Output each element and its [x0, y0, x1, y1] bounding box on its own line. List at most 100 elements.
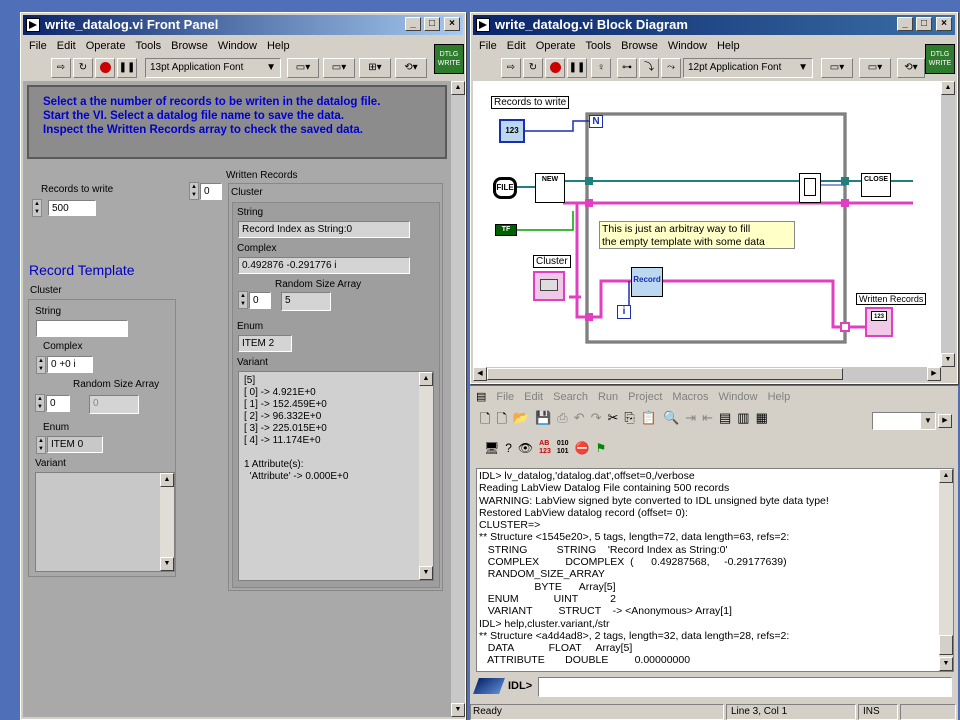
copy-icon[interactable]: ⎘: [624, 410, 634, 430]
layout-3-icon[interactable]: ▦: [756, 410, 768, 430]
menu-operate[interactable]: Operate: [86, 37, 126, 55]
minimize-button[interactable]: _: [405, 17, 421, 31]
menu-browse[interactable]: Browse: [621, 37, 658, 55]
binary-icon[interactable]: 010 101: [557, 440, 569, 456]
record-bundle-node[interactable]: Record: [631, 267, 663, 297]
menu-window[interactable]: Window: [218, 37, 257, 55]
help-pointer-icon[interactable]: ?: [505, 441, 512, 455]
align-objects-icon[interactable]: ▭▾: [287, 58, 319, 78]
pause-icon[interactable]: ❚❚: [117, 58, 137, 78]
idl-output-scrollbar[interactable]: ▲ ▼: [939, 469, 953, 671]
run-continuous-icon[interactable]: ↻: [73, 58, 93, 78]
file-constant[interactable]: FILE: [493, 177, 517, 199]
ab-123-icon[interactable]: AB 123: [539, 440, 551, 456]
scroll-up-icon[interactable]: ▲: [941, 81, 955, 95]
save-icon[interactable]: 💾: [535, 410, 551, 430]
step-into-icon[interactable]: ⤵: [639, 58, 659, 78]
menu-edit[interactable]: Edit: [507, 37, 526, 55]
run-arrow-icon[interactable]: ⇨: [501, 58, 521, 78]
written-index-spinner[interactable]: ▲ ▼: [189, 182, 199, 200]
scroll-up-icon[interactable]: ▲: [451, 81, 465, 95]
eye-icon[interactable]: 👁: [518, 441, 533, 455]
font-selector[interactable]: 12pt Application Font ▼: [683, 58, 813, 78]
pause-icon[interactable]: ❚❚: [567, 58, 587, 78]
minimize-button[interactable]: _: [897, 17, 913, 31]
layout-2-icon[interactable]: ▥: [737, 410, 749, 430]
distribute-objects-icon[interactable]: ▭▾: [859, 58, 891, 78]
close-button[interactable]: ×: [444, 17, 460, 31]
scroll-down-icon[interactable]: ▼: [419, 566, 433, 580]
outdent-icon[interactable]: ⇤: [702, 410, 713, 430]
scroll-down-icon[interactable]: ▼: [160, 557, 174, 571]
boolean-constant[interactable]: TF: [495, 224, 517, 236]
scroll-down-icon[interactable]: ▼: [939, 657, 953, 671]
cluster-terminal[interactable]: [533, 271, 565, 301]
font-selector[interactable]: 13pt Application Font ▼: [145, 58, 281, 78]
menu-tools[interactable]: Tools: [585, 37, 611, 55]
menu-run[interactable]: Run: [598, 388, 618, 406]
scroll-right-icon[interactable]: ▶: [927, 367, 941, 381]
menu-macros[interactable]: Macros: [672, 388, 708, 406]
scroll-up-icon[interactable]: ▲: [160, 473, 174, 487]
scroll-down-icon[interactable]: ▼: [451, 703, 465, 717]
scroll-up-icon[interactable]: ▲: [419, 372, 433, 386]
menu-file[interactable]: File: [29, 37, 47, 55]
stop-sign-icon[interactable]: ⛔: [575, 441, 590, 455]
menu-edit[interactable]: Edit: [57, 37, 76, 55]
abort-icon[interactable]: [95, 58, 115, 78]
template-complex-spinner[interactable]: ▲ ▼: [36, 356, 46, 374]
highlight-execution-icon[interactable]: ♀: [591, 58, 611, 78]
open-icon[interactable]: 📂: [513, 410, 529, 430]
print-icon[interactable]: ⎙: [557, 410, 567, 430]
template-array-index[interactable]: 0: [46, 395, 70, 412]
maximize-button[interactable]: □: [916, 17, 932, 31]
close-file-node[interactable]: CLOSE: [861, 173, 891, 197]
menu-browse[interactable]: Browse: [171, 37, 208, 55]
scroll-thumb[interactable]: [939, 635, 953, 655]
toolbar-more-icon[interactable]: ▶: [938, 414, 952, 428]
run-continuous-icon[interactable]: ↻: [523, 58, 543, 78]
records-to-write-spinner[interactable]: ▲ ▼: [32, 199, 42, 217]
cut-icon[interactable]: ✂: [608, 410, 619, 430]
menu-help[interactable]: Help: [768, 388, 791, 406]
written-index-input[interactable]: 0: [200, 183, 222, 200]
scroll-down-icon[interactable]: ▼: [941, 353, 955, 367]
template-variant-box[interactable]: ▲ ▼: [35, 472, 175, 572]
block-diagram-hscrollbar[interactable]: ◀ ▶: [473, 367, 941, 381]
menu-window[interactable]: Window: [668, 37, 707, 55]
undo-icon[interactable]: ↶: [574, 410, 585, 430]
step-over-icon[interactable]: ⤳: [661, 58, 681, 78]
menu-file[interactable]: File: [479, 37, 497, 55]
template-enum-spinner[interactable]: ▲ ▼: [36, 436, 46, 454]
paste-icon[interactable]: 📋: [641, 410, 657, 430]
written-variant-box[interactable]: [5][ 0] -> 4.921E+0[ 1] -> 152.459E+0[ 2…: [238, 371, 434, 581]
maximize-button[interactable]: □: [424, 17, 440, 31]
menu-file[interactable]: File: [496, 388, 514, 406]
scroll-up-icon[interactable]: ▲: [939, 469, 953, 483]
new-file-icon[interactable]: 🗋: [480, 410, 490, 430]
template-string-input[interactable]: [36, 320, 128, 337]
reorder-icon[interactable]: ⟲▾: [897, 58, 925, 78]
menu-operate[interactable]: Operate: [536, 37, 576, 55]
monitor-icon[interactable]: 🖥: [484, 441, 499, 455]
written-array-index[interactable]: 0: [249, 292, 271, 309]
idl-output-console[interactable]: IDL> lv_datalog,'datalog.dat',offset=0,/…: [476, 468, 954, 672]
loop-count-terminal[interactable]: N: [589, 115, 603, 128]
menu-project[interactable]: Project: [628, 388, 662, 406]
redo-icon[interactable]: ↷: [591, 410, 602, 430]
written-array-index-spinner[interactable]: ▲ ▼: [238, 291, 248, 309]
flag-icon[interactable]: ⚑: [595, 441, 606, 455]
idl-combo[interactable]: ▼: [872, 412, 936, 430]
template-array-element[interactable]: 0: [89, 395, 139, 414]
written-variant-scrollbar[interactable]: ▲ ▼: [419, 372, 433, 580]
block-diagram-vscrollbar[interactable]: ▲ ▼: [941, 81, 955, 367]
menu-tools[interactable]: Tools: [135, 37, 161, 55]
chevron-down-icon[interactable]: ▼: [921, 413, 935, 429]
new-file-2-icon[interactable]: 🗋: [496, 410, 506, 430]
menu-help[interactable]: Help: [267, 37, 290, 55]
scroll-left-icon[interactable]: ◀: [473, 367, 487, 381]
records-to-write-input[interactable]: 500: [48, 200, 96, 216]
close-button[interactable]: ×: [936, 17, 952, 31]
records-to-write-terminal[interactable]: 123: [499, 119, 525, 143]
resize-objects-icon[interactable]: ⊞▾: [359, 58, 391, 78]
